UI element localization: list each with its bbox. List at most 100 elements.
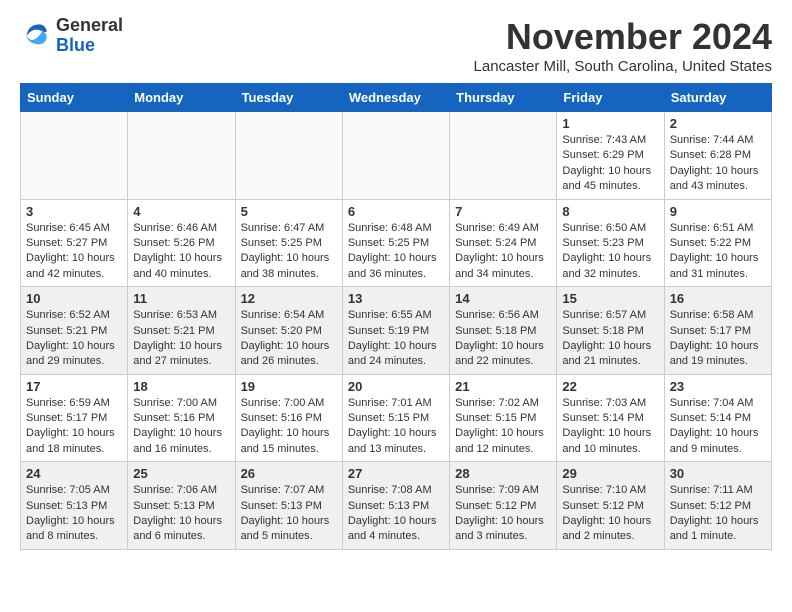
day-number: 17 [26,379,122,394]
day-info-line: Daylight: 10 hours and 24 minutes. [348,339,444,370]
calendar-body: 1 Sunrise: 7:43 AMSunset: 6:29 PMDaylight… [21,112,772,550]
day-number: 8 [562,204,658,219]
day-info-line: Sunset: 5:27 PM [26,236,122,251]
day-cell: 19Sunrise: 7:00 AMSunset: 5:16 PMDayligh… [235,374,342,462]
day-info-line: Sunset: 5:17 PM [670,324,766,339]
day-info-line: Sunrise: 7:02 AM [455,396,551,411]
day-info-line: Daylight: 10 hours and 45 minutes. [562,164,658,195]
day-info-line: Sunrise: 6:48 AM [348,221,444,236]
day-info: Sunrise: 6:48 AMSunset: 5:25 PMDaylight:… [348,221,444,283]
day-info-line: Sunset: 5:13 PM [133,499,229,514]
day-cell: 13Sunrise: 6:55 AMSunset: 5:19 PMDayligh… [342,287,449,375]
day-number: 11 [133,291,229,306]
day-cell: 3Sunrise: 6:45 AMSunset: 5:27 PMDaylight… [21,199,128,287]
day-info: Sunrise: 6:53 AMSunset: 5:21 PMDaylight:… [133,308,229,370]
day-info-line: Daylight: 10 hours and 38 minutes. [241,251,337,282]
day-number: 13 [348,291,444,306]
day-info-line: Sunrise: 7:00 AM [133,396,229,411]
day-info-line: Sunrise: 7:00 AM [241,396,337,411]
day-number: 27 [348,466,444,481]
day-info-line: Sunrise: 6:51 AM [670,221,766,236]
day-info: Sunrise: 6:45 AMSunset: 5:27 PMDaylight:… [26,221,122,283]
day-info-line: Sunset: 5:13 PM [348,499,444,514]
day-info-line: Sunset: 5:24 PM [455,236,551,251]
subtitle: Lancaster Mill, South Carolina, United S… [474,58,772,75]
day-info: Sunrise: 7:11 AMSunset: 5:12 PMDaylight:… [670,483,766,545]
day-info: Sunrise: 7:10 AMSunset: 5:12 PMDaylight:… [562,483,658,545]
day-info-line: Sunrise: 6:57 AM [562,308,658,323]
day-info-line: Sunset: 5:13 PM [241,499,337,514]
calendar-header: SundayMondayTuesdayWednesdayThursdayFrid… [21,84,772,112]
day-number: 5 [241,204,337,219]
day-info-line: Sunset: 5:26 PM [133,236,229,251]
day-cell: 12Sunrise: 6:54 AMSunset: 5:20 PMDayligh… [235,287,342,375]
day-info: Sunrise: 7:43 AMSunset: 6:29 PMDaylight:… [562,133,658,195]
day-cell: 22 Sunrise: 7:03 AMSunset: 5:14 PMDayligh… [557,374,664,462]
day-info-line: Daylight: 10 hours and 9 minutes. [670,426,766,457]
week-row-2: 3Sunrise: 6:45 AMSunset: 5:27 PMDaylight… [21,199,772,287]
header: General Blue November 2024 Lancaster Mil… [20,16,772,75]
day-info-line: Sunrise: 7:08 AM [348,483,444,498]
day-cell [128,112,235,200]
day-number: 30 [670,466,766,481]
day-info-line: Sunset: 5:21 PM [133,324,229,339]
day-cell: 21Sunrise: 7:02 AMSunset: 5:15 PMDayligh… [450,374,557,462]
day-cell: 6 Sunrise: 6:48 AMSunset: 5:25 PMDaylight… [342,199,449,287]
day-info-line: Sunrise: 7:44 AM [670,133,766,148]
day-cell: 30 Sunrise: 7:11 AMSunset: 5:12 PMDayligh… [664,462,771,550]
day-info-line: Sunset: 5:21 PM [26,324,122,339]
day-cell: 20Sunrise: 7:01 AMSunset: 5:15 PMDayligh… [342,374,449,462]
day-info-line: Sunrise: 7:43 AM [562,133,658,148]
day-info-line: Sunset: 5:19 PM [348,324,444,339]
day-cell: 15Sunrise: 6:57 AMSunset: 5:18 PMDayligh… [557,287,664,375]
day-info: Sunrise: 7:03 AMSunset: 5:14 PMDaylight:… [562,396,658,458]
day-info-line: Sunrise: 6:54 AM [241,308,337,323]
day-info: Sunrise: 6:58 AMSunset: 5:17 PMDaylight:… [670,308,766,370]
day-info: Sunrise: 6:59 AMSunset: 5:17 PMDaylight:… [26,396,122,458]
day-info: Sunrise: 7:06 AMSunset: 5:13 PMDaylight:… [133,483,229,545]
day-info: Sunrise: 7:09 AMSunset: 5:12 PMDaylight:… [455,483,551,545]
day-info-line: Sunset: 5:20 PM [241,324,337,339]
day-info-line: Sunrise: 7:06 AM [133,483,229,498]
day-info-line: Sunset: 5:12 PM [562,499,658,514]
day-number: 14 [455,291,551,306]
day-info-line: Sunrise: 6:56 AM [455,308,551,323]
day-info: Sunrise: 7:00 AMSunset: 5:16 PMDaylight:… [133,396,229,458]
logo-blue: Blue [56,35,95,55]
day-info: Sunrise: 7:05 AMSunset: 5:13 PMDaylight:… [26,483,122,545]
day-number: 9 [670,204,766,219]
day-number: 20 [348,379,444,394]
day-info-line: Daylight: 10 hours and 3 minutes. [455,514,551,545]
day-info-line: Daylight: 10 hours and 36 minutes. [348,251,444,282]
day-number: 18 [133,379,229,394]
logo: General Blue [20,16,123,56]
day-info-line: Daylight: 10 hours and 13 minutes. [348,426,444,457]
day-cell: 29 Sunrise: 7:10 AMSunset: 5:12 PMDayligh… [557,462,664,550]
day-cell [450,112,557,200]
day-info-line: Sunset: 5:25 PM [348,236,444,251]
day-info: Sunrise: 6:49 AMSunset: 5:24 PMDaylight:… [455,221,551,283]
day-info-line: Daylight: 10 hours and 1 minute. [670,514,766,545]
day-cell: 11 Sunrise: 6:53 AMSunset: 5:21 PMDayligh… [128,287,235,375]
day-info-line: Sunset: 5:14 PM [670,411,766,426]
day-info-line: Daylight: 10 hours and 15 minutes. [241,426,337,457]
day-info-line: Daylight: 10 hours and 10 minutes. [562,426,658,457]
day-cell: 7Sunrise: 6:49 AMSunset: 5:24 PMDaylight… [450,199,557,287]
day-info-line: Daylight: 10 hours and 43 minutes. [670,164,766,195]
day-info-line: Daylight: 10 hours and 16 minutes. [133,426,229,457]
day-number: 29 [562,466,658,481]
day-number: 22 [562,379,658,394]
day-number: 1 [562,116,658,131]
col-header-monday: Monday [128,84,235,112]
day-info-line: Sunset: 5:13 PM [26,499,122,514]
day-info: Sunrise: 7:07 AMSunset: 5:13 PMDaylight:… [241,483,337,545]
day-number: 24 [26,466,122,481]
day-cell: 28Sunrise: 7:09 AMSunset: 5:12 PMDayligh… [450,462,557,550]
day-info-line: Daylight: 10 hours and 27 minutes. [133,339,229,370]
day-info-line: Sunrise: 6:52 AM [26,308,122,323]
month-title: November 2024 [474,16,772,58]
day-info-line: Sunset: 6:28 PM [670,148,766,163]
day-cell: 4Sunrise: 6:46 AMSunset: 5:26 PMDaylight… [128,199,235,287]
day-number: 6 [348,204,444,219]
day-info-line: Daylight: 10 hours and 12 minutes. [455,426,551,457]
